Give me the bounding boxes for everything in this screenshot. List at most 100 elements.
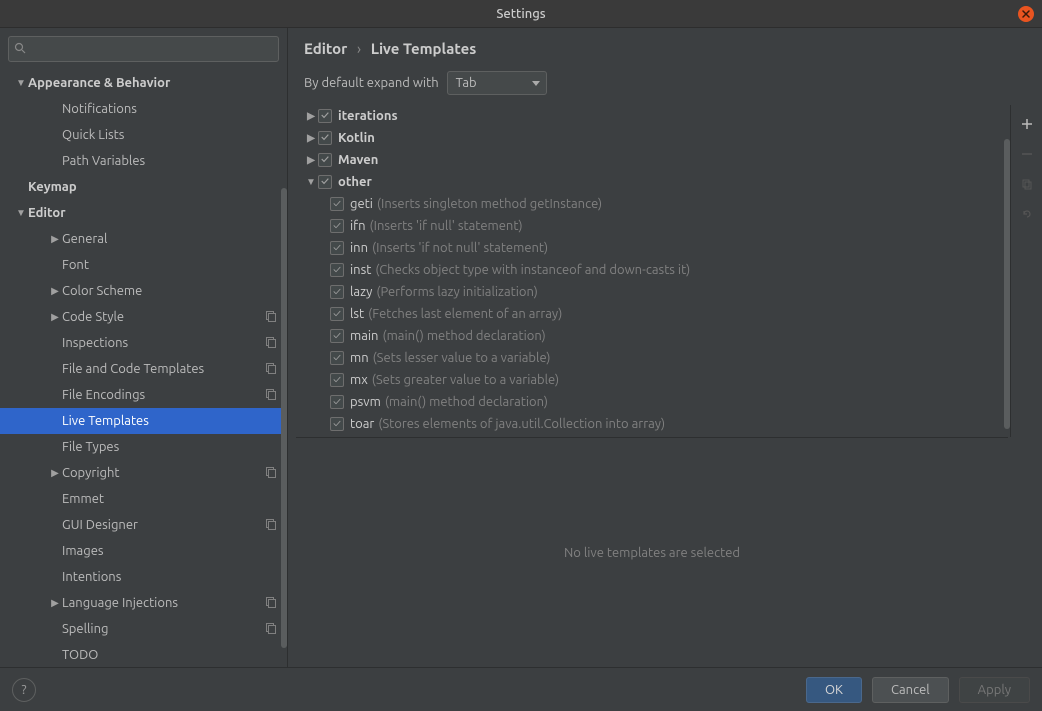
template-item[interactable]: geti(Inserts singleton method getInstanc… [300,193,1010,215]
template-item-checkbox[interactable] [330,329,344,343]
template-item-checkbox[interactable] [330,351,344,365]
sidebar-item-label: Images [62,544,287,558]
template-item-checkbox[interactable] [330,197,344,211]
template-item-checkbox[interactable] [330,395,344,409]
search-icon [14,42,26,57]
sidebar-item-label: Copyright [62,466,265,480]
template-group-name: Maven [338,153,378,167]
expand-with-combo[interactable]: Tab [447,71,547,95]
expand-with-row: By default expand with Tab [288,65,1042,105]
template-item[interactable]: mn(Sets lesser value to a variable) [300,347,1010,369]
chevron-right-icon: ▶ [304,154,318,166]
breadcrumb-root[interactable]: Editor [304,40,347,57]
sidebar-item-label: Notifications [62,102,287,116]
template-item[interactable]: lst(Fetches last element of an array) [300,303,1010,325]
template-group-checkbox[interactable] [318,153,332,167]
settings-tree[interactable]: ▼Appearance & Behavior Notifications Quick… [0,68,287,667]
sidebar-item[interactable]: ▶General [0,226,287,252]
window-title: Settings [496,7,545,21]
chevron-down-icon: ▼ [304,176,318,188]
template-item[interactable]: inn(Inserts 'if not null' statement) [300,237,1010,259]
apply-button[interactable]: Apply [959,677,1030,703]
sidebar-item[interactable]: Intentions [0,564,287,590]
sidebar-item-label: TODO [62,648,287,662]
template-abbr: mx [350,373,368,387]
chevron-down-icon [532,81,540,86]
sidebar-item[interactable]: ▼Editor [0,200,287,226]
sidebar-item[interactable]: Quick Lists [0,122,287,148]
template-item-checkbox[interactable] [330,373,344,387]
sidebar-item[interactable]: Live Templates [0,408,287,434]
sidebar-item[interactable]: TODO [0,642,287,667]
template-item-checkbox[interactable] [330,285,344,299]
template-item-checkbox[interactable] [330,307,344,321]
sidebar-item[interactable]: Images [0,538,287,564]
template-item[interactable]: ifn(Inserts 'if null' statement) [300,215,1010,237]
sidebar-item[interactable]: ▼Appearance & Behavior [0,70,287,96]
remove-button[interactable] [1016,143,1038,165]
sidebar-item-label: Spelling [62,622,265,636]
template-group[interactable]: ▶Kotlin [300,127,1010,149]
template-desc: (Sets lesser value to a variable) [373,351,551,365]
sidebar-item[interactable]: Emmet [0,486,287,512]
template-item-checkbox[interactable] [330,241,344,255]
main-panel: Editor › Live Templates By default expan… [288,28,1042,667]
copy-button[interactable] [1016,173,1038,195]
sidebar-item-label: Inspections [62,336,265,350]
chevron-down-icon: ▼ [14,207,28,219]
template-item-checkbox[interactable] [330,263,344,277]
add-button[interactable] [1016,113,1038,135]
chevron-right-icon: ▶ [304,110,318,122]
template-item[interactable]: inst(Checks object type with instanceof … [300,259,1010,281]
sidebar-item-label: Code Style [62,310,265,324]
sidebar-item[interactable]: File Types [0,434,287,460]
template-item[interactable]: main(main() method declaration) [300,325,1010,347]
sidebar-item[interactable]: Keymap [0,174,287,200]
template-item[interactable]: lazy (Performs lazy initialization) [300,281,1010,303]
template-group-checkbox[interactable] [318,131,332,145]
template-group-name: Kotlin [338,131,375,145]
project-scope-icon [265,466,277,481]
sidebar-item[interactable]: Notifications [0,96,287,122]
template-group-checkbox[interactable] [318,175,332,189]
template-group[interactable]: ▶iterations [300,105,1010,127]
template-item[interactable]: toar(Stores elements of java.util.Collec… [300,413,1010,435]
template-group[interactable]: ▶ Maven [300,149,1010,171]
sidebar-item[interactable]: Spelling [0,616,287,642]
close-icon [1022,10,1030,18]
cancel-button[interactable]: Cancel [872,677,949,703]
template-item-checkbox[interactable] [330,417,344,431]
template-group-checkbox[interactable] [318,109,332,123]
template-desc: (Fetches last element of an array) [368,307,562,321]
window-close-button[interactable] [1018,6,1034,22]
sidebar-item-label: Emmet [62,492,287,506]
template-item-checkbox[interactable] [330,219,344,233]
sidebar-item[interactable]: ▶Color Scheme [0,278,287,304]
sidebar-item[interactable]: Path Variables [0,148,287,174]
ok-button[interactable]: OK [806,677,862,703]
template-item[interactable]: mx(Sets greater value to a variable) [300,369,1010,391]
sidebar-item[interactable]: Font [0,252,287,278]
template-abbr: lazy [350,285,372,299]
templates-list[interactable]: ▶iterations▶Kotlin▶Maven▼othergeti(Inser… [292,105,1010,437]
sidebar-item[interactable]: ▶Language Injections [0,590,287,616]
sidebar-item[interactable]: GUI Designer [0,512,287,538]
breadcrumb: Editor › Live Templates [288,28,1042,65]
template-group[interactable]: ▼other [300,171,1010,193]
template-detail-panel: No live templates are selected [296,437,1008,667]
help-button[interactable]: ? [12,678,36,702]
template-desc: (Performs lazy initialization) [376,285,537,299]
sidebar-item[interactable]: Inspections [0,330,287,356]
sidebar-item[interactable]: File and Code Templates [0,356,287,382]
chevron-right-icon: ▶ [48,311,62,323]
template-abbr: geti [350,197,373,211]
sidebar-item[interactable]: File Encodings [0,382,287,408]
sidebar-item-label: GUI Designer [62,518,265,532]
scrollbar-thumb[interactable] [1004,139,1010,429]
settings-search-input[interactable] [8,36,279,62]
sidebar-item[interactable]: ▶Code Style [0,304,287,330]
sidebar-item[interactable]: ▶Copyright [0,460,287,486]
scrollbar-thumb[interactable] [281,188,287,648]
revert-button[interactable] [1016,203,1038,225]
template-item[interactable]: psvm(main() method declaration) [300,391,1010,413]
